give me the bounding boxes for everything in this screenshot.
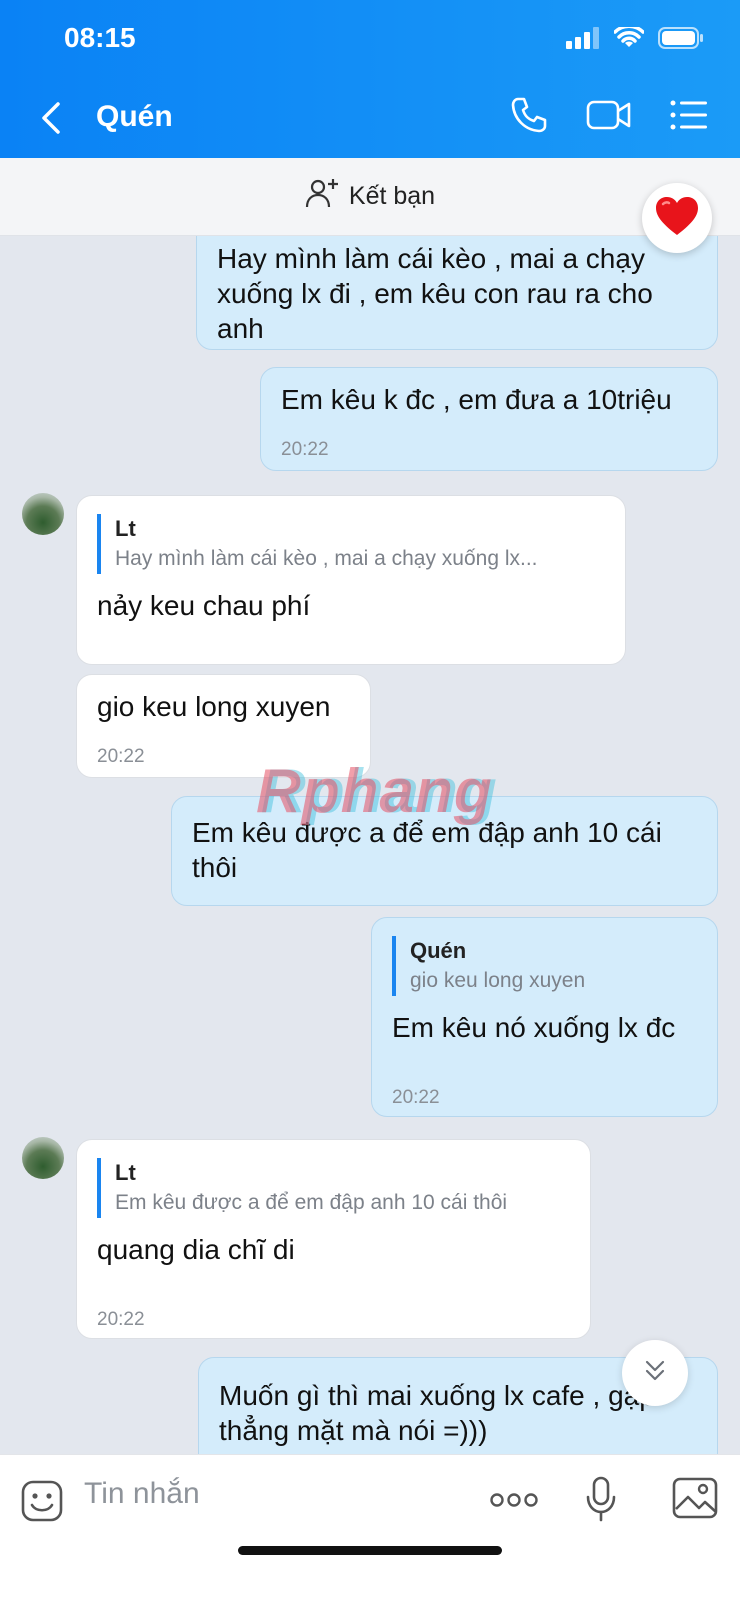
home-indicator bbox=[238, 1546, 502, 1555]
signal-icon bbox=[566, 27, 600, 54]
message-bubble-outgoing[interactable]: Hay mình làm cái kèo , mai a chạy xuống … bbox=[196, 236, 718, 350]
image-gallery-icon[interactable] bbox=[672, 1477, 718, 1524]
watermark-logo: Rphang bbox=[256, 757, 493, 826]
avatar[interactable] bbox=[22, 493, 64, 535]
quote-sender: Lt bbox=[115, 1160, 136, 1185]
message-text: Em kêu k đc , em đưa a 10triệu bbox=[281, 384, 672, 415]
message-text: Hay mình làm cái kèo , mai a chạy xuống … bbox=[217, 243, 653, 344]
quote-text: Em kêu được a để em đập anh 10 cái thôi bbox=[115, 1191, 508, 1214]
message-bubble-outgoing[interactable]: Em kêu k đc , em đưa a 10triệu 20:22 bbox=[260, 367, 718, 471]
nav-bar: Quén bbox=[0, 92, 740, 144]
quote-text: gio keu long xuyen bbox=[410, 969, 586, 992]
sticker-icon[interactable] bbox=[20, 1479, 64, 1528]
microphone-icon[interactable] bbox=[584, 1475, 618, 1528]
battery-icon bbox=[658, 26, 704, 55]
message-composer: Tin nhắn bbox=[0, 1454, 740, 1600]
wifi-icon bbox=[613, 24, 645, 54]
reply-quote[interactable]: Lt Hay mình làm cái kèo , mai a chạy xuố… bbox=[97, 514, 605, 574]
phone-icon[interactable] bbox=[510, 96, 548, 139]
quote-text: Hay mình làm cái kèo , mai a chạy xuống … bbox=[115, 547, 538, 570]
message-bubble-incoming[interactable]: Lt Hay mình làm cái kèo , mai a chạy xuố… bbox=[76, 495, 626, 665]
avatar[interactable] bbox=[22, 1137, 64, 1179]
heart-icon bbox=[654, 195, 700, 242]
reply-quote[interactable]: Quén gio keu long xuyen bbox=[392, 936, 697, 996]
message-list[interactable]: Hay mình làm cái kèo , mai a chạy xuống … bbox=[0, 236, 740, 1454]
double-chevron-down-icon bbox=[642, 1358, 668, 1389]
reply-quote[interactable]: Lt Em kêu được a để em đập anh 10 cái th… bbox=[97, 1158, 570, 1218]
message-input[interactable]: Tin nhắn bbox=[84, 1477, 200, 1511]
message-time: 20:22 bbox=[392, 1087, 440, 1108]
app-header: 08:15 Quén bbox=[0, 0, 740, 158]
back-button[interactable] bbox=[36, 100, 68, 136]
add-friend-icon bbox=[305, 177, 339, 216]
message-time: 20:22 bbox=[97, 746, 145, 767]
message-text: Em kêu nó xuống lx đc bbox=[392, 1012, 676, 1043]
status-time: 08:15 bbox=[64, 22, 136, 53]
message-text: quang dia chĩ di bbox=[97, 1234, 295, 1265]
scroll-to-bottom-button[interactable] bbox=[622, 1340, 688, 1406]
quote-sender: Lt bbox=[115, 516, 136, 541]
add-friend-label: Kết bạn bbox=[348, 182, 436, 210]
status-icons bbox=[566, 24, 704, 55]
quote-sender: Quén bbox=[410, 938, 467, 963]
message-time: 20:22 bbox=[281, 439, 329, 460]
message-time: 20:22 bbox=[97, 1309, 145, 1330]
add-friend-bar[interactable]: Kết bạn bbox=[0, 158, 740, 236]
more-options-icon[interactable] bbox=[490, 1491, 538, 1514]
message-bubble-outgoing[interactable]: Quén gio keu long xuyen Em kêu nó xuống … bbox=[371, 917, 718, 1117]
message-bubble-incoming[interactable]: Lt Em kêu được a để em đập anh 10 cái th… bbox=[76, 1139, 591, 1339]
video-call-icon[interactable] bbox=[586, 98, 632, 137]
chat-title[interactable]: Quén bbox=[96, 100, 173, 134]
message-text: gio keu long xuyen bbox=[97, 691, 331, 722]
menu-list-icon[interactable] bbox=[670, 99, 708, 136]
heart-reaction-button[interactable] bbox=[642, 183, 712, 253]
message-text: nảy keu chau phí bbox=[97, 590, 311, 621]
